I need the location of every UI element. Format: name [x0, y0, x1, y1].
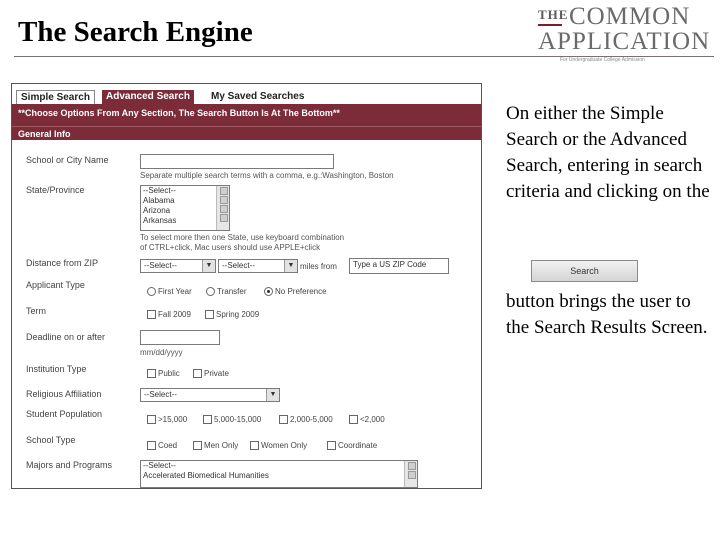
chevron-down-icon: ▼ — [202, 260, 215, 272]
logo-underline — [538, 24, 562, 26]
radio-transfer[interactable] — [206, 287, 215, 296]
chevron-down-icon: ▼ — [266, 389, 279, 401]
deadline-format-hint: mm/dd/yyyy — [140, 348, 183, 357]
school-or-city-input[interactable] — [140, 154, 334, 169]
option-spring-2009: Spring 2009 — [216, 310, 260, 319]
search-tabs: Simple Search Advanced Search My Saved S… — [12, 84, 481, 105]
label-distance: Distance from ZIP — [26, 258, 99, 268]
state-hint-line1: To select more then one State, use keybo… — [140, 233, 345, 242]
option-coed: Coed — [158, 441, 178, 450]
option-fall-2009: Fall 2009 — [158, 310, 191, 319]
distance-select[interactable]: --Select-- ▼ — [140, 259, 216, 273]
major-option[interactable]: Accelerated Biomedical Humanities — [141, 471, 417, 481]
radio-no-preference[interactable] — [264, 287, 273, 296]
option-women-only: Women Only — [261, 441, 308, 450]
distance-unit-select[interactable]: --Select-- ▼ — [218, 259, 298, 273]
option-private: Private — [204, 369, 229, 378]
chevron-down-icon: ▼ — [284, 260, 297, 272]
checkbox-coordinate[interactable] — [327, 441, 336, 450]
section-header-general-info: General Info — [18, 129, 71, 139]
label-applicant-type: Applicant Type — [26, 280, 85, 290]
slide-title: The Search Engine — [18, 16, 253, 48]
label-state: State/Province — [26, 185, 85, 195]
logo-common: COMMON — [569, 3, 691, 30]
option-pop-5000-15000: 5,000-15,000 — [214, 415, 262, 424]
religious-affiliation-select[interactable]: --Select-- ▼ — [140, 388, 280, 402]
option-pop-2000-5000: 2,000-5,000 — [290, 415, 333, 424]
majors-scrollbar[interactable] — [404, 461, 417, 487]
miles-from-label: miles from — [300, 262, 337, 271]
checkbox-women-only[interactable] — [250, 441, 259, 450]
logo-the: THE — [538, 7, 569, 22]
tab-simple-search[interactable]: Simple Search — [16, 90, 95, 105]
checkbox-private[interactable] — [193, 369, 202, 378]
radio-first-year[interactable] — [147, 287, 156, 296]
label-institution-type: Institution Type — [26, 364, 87, 374]
tab-advanced-search[interactable]: Advanced Search — [102, 90, 194, 104]
label-religious-affiliation: Religious Affiliation — [26, 389, 102, 399]
option-no-preference: No Preference — [275, 287, 327, 296]
checkbox-pop-over-15000[interactable] — [147, 415, 156, 424]
explanation-text-part1: On either the Simple Search or the Advan… — [506, 103, 710, 202]
common-app-logo: THE COMMON APPLICATION For Undergraduate… — [536, 3, 716, 63]
advanced-search-screenshot: Simple Search Advanced Search My Saved S… — [11, 83, 482, 489]
option-transfer: Transfer — [217, 287, 247, 296]
option-men-only: Men Only — [204, 441, 239, 450]
distance-unit-value: --Select-- — [222, 261, 255, 270]
tab-my-saved-searches[interactable]: My Saved Searches — [207, 90, 309, 104]
majors-listbox[interactable]: --Select-- Accelerated Biomedical Humani… — [140, 460, 418, 488]
logo-application: APPLICATION — [538, 28, 711, 55]
option-coordinate: Coordinate — [338, 441, 378, 450]
option-public: Public — [158, 369, 180, 378]
search-button[interactable]: Search — [531, 260, 638, 282]
label-school-or-city: School or City Name — [26, 155, 109, 165]
state-listbox[interactable]: --Select-- Alabama Arizona Arkansas — [140, 185, 230, 231]
checkbox-pop-5000-15000[interactable] — [203, 415, 212, 424]
deadline-input[interactable] — [140, 330, 220, 345]
logo-tagline: For Undergraduate College Admission — [560, 57, 645, 63]
religious-select-value: --Select-- — [144, 390, 177, 399]
school-search-hint: Separate multiple search terms with a co… — [140, 171, 394, 180]
checkbox-men-only[interactable] — [193, 441, 202, 450]
option-first-year: First Year — [158, 287, 192, 296]
label-deadline: Deadline on or after — [26, 332, 106, 342]
option-pop-under-2000: <2,000 — [360, 415, 385, 424]
header-band: **Choose Options From Any Section, The S… — [12, 104, 481, 140]
band-divider — [12, 126, 481, 127]
state-scrollbar[interactable] — [216, 186, 229, 230]
label-student-population: Student Population — [26, 409, 103, 419]
instructions-notice: **Choose Options From Any Section, The S… — [18, 108, 340, 118]
checkbox-spring-2009[interactable] — [205, 310, 214, 319]
checkbox-pop-under-2000[interactable] — [349, 415, 358, 424]
label-majors-and-programs: Majors and Programs — [26, 460, 113, 470]
distance-select-value: --Select-- — [144, 261, 177, 270]
label-school-type: School Type — [26, 435, 76, 445]
option-pop-over-15000: >15,000 — [158, 415, 188, 424]
explanation-text-part2: button brings the user to the Search Res… — [506, 291, 708, 338]
label-term: Term — [26, 306, 46, 316]
zip-code-input[interactable]: Type a US ZIP Code — [349, 258, 449, 274]
checkbox-pop-2000-5000[interactable] — [279, 415, 288, 424]
major-option[interactable]: --Select-- — [141, 461, 417, 471]
checkbox-public[interactable] — [147, 369, 156, 378]
state-hint-line2: of CTRL+click, Mac users should use APPL… — [140, 243, 321, 252]
checkbox-coed[interactable] — [147, 441, 156, 450]
checkbox-fall-2009[interactable] — [147, 310, 156, 319]
